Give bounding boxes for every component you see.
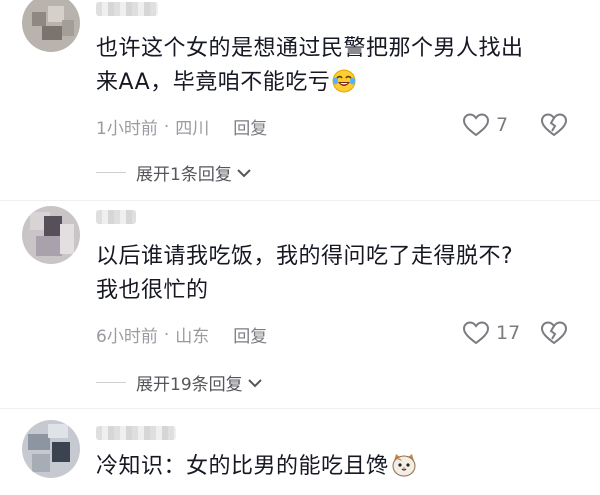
meta-separator: · — [163, 324, 170, 345]
expand-label: 展开19条回复 — [136, 375, 243, 395]
comment-text-line: 以后谁请我吃饭，我的得问吃了走得脱不? — [96, 244, 514, 269]
comment-location: 山东 — [175, 327, 210, 347]
avatar[interactable] — [22, 420, 80, 478]
like-count: 7 — [496, 114, 509, 136]
chevron-down-icon — [237, 168, 251, 177]
avatar[interactable] — [22, 206, 80, 264]
dislike-button[interactable] — [540, 320, 568, 350]
meta-separator: · — [163, 116, 170, 137]
cat-emoji — [391, 453, 417, 488]
expand-replies-button[interactable]: 展开1条回复 — [96, 160, 252, 185]
comment-location: 四川 — [175, 119, 210, 139]
comment-text: 冷知识：女的比男的能吃且馋 — [96, 450, 566, 488]
like-count: 17 — [496, 322, 521, 344]
username[interactable] — [96, 210, 136, 224]
username[interactable] — [96, 2, 158, 16]
comment-text: 也许这个女的是想通过民警把那个男人找出 来AA，毕竟咱不能吃亏 — [96, 32, 566, 104]
laughing-crying-emoji — [332, 69, 356, 104]
comment-text-line: 我也很忙的 — [96, 278, 209, 303]
chevron-down-icon — [247, 378, 262, 387]
comment-text-line: 来AA，毕竟咱不能吃亏 — [96, 70, 331, 95]
comment-text-line: 也许这个女的是想通过民警把那个男人找出 — [96, 36, 524, 61]
divider — [0, 408, 600, 409]
broken-heart-icon — [540, 113, 568, 137]
expand-line — [96, 172, 126, 173]
username[interactable] — [96, 426, 176, 440]
expand-label: 展开1条回复 — [136, 165, 232, 185]
heart-icon — [462, 321, 490, 345]
comment-time: 6小时前 — [96, 327, 158, 347]
comment-time: 1小时前 — [96, 119, 158, 139]
reply-button[interactable]: 回复 — [233, 114, 267, 139]
heart-icon — [462, 113, 490, 137]
comment-text-line: 冷知识：女的比男的能吃且馋 — [96, 454, 389, 479]
comment-text: 以后谁请我吃饭，我的得问吃了走得脱不? 我也很忙的 — [96, 240, 566, 308]
broken-heart-icon — [540, 321, 568, 345]
divider — [0, 200, 600, 201]
comment-meta: 6小时前 · 山东 回复 — [96, 322, 267, 348]
like-button[interactable]: 7 — [462, 112, 508, 138]
expand-line — [96, 382, 126, 383]
avatar[interactable] — [22, 0, 80, 52]
reply-button[interactable]: 回复 — [233, 322, 267, 347]
expand-replies-button[interactable]: 展开19条回复 — [96, 370, 263, 395]
comment-meta: 1小时前 · 四川 回复 — [96, 114, 267, 140]
like-button[interactable]: 17 — [462, 320, 520, 346]
dislike-button[interactable] — [540, 112, 568, 142]
